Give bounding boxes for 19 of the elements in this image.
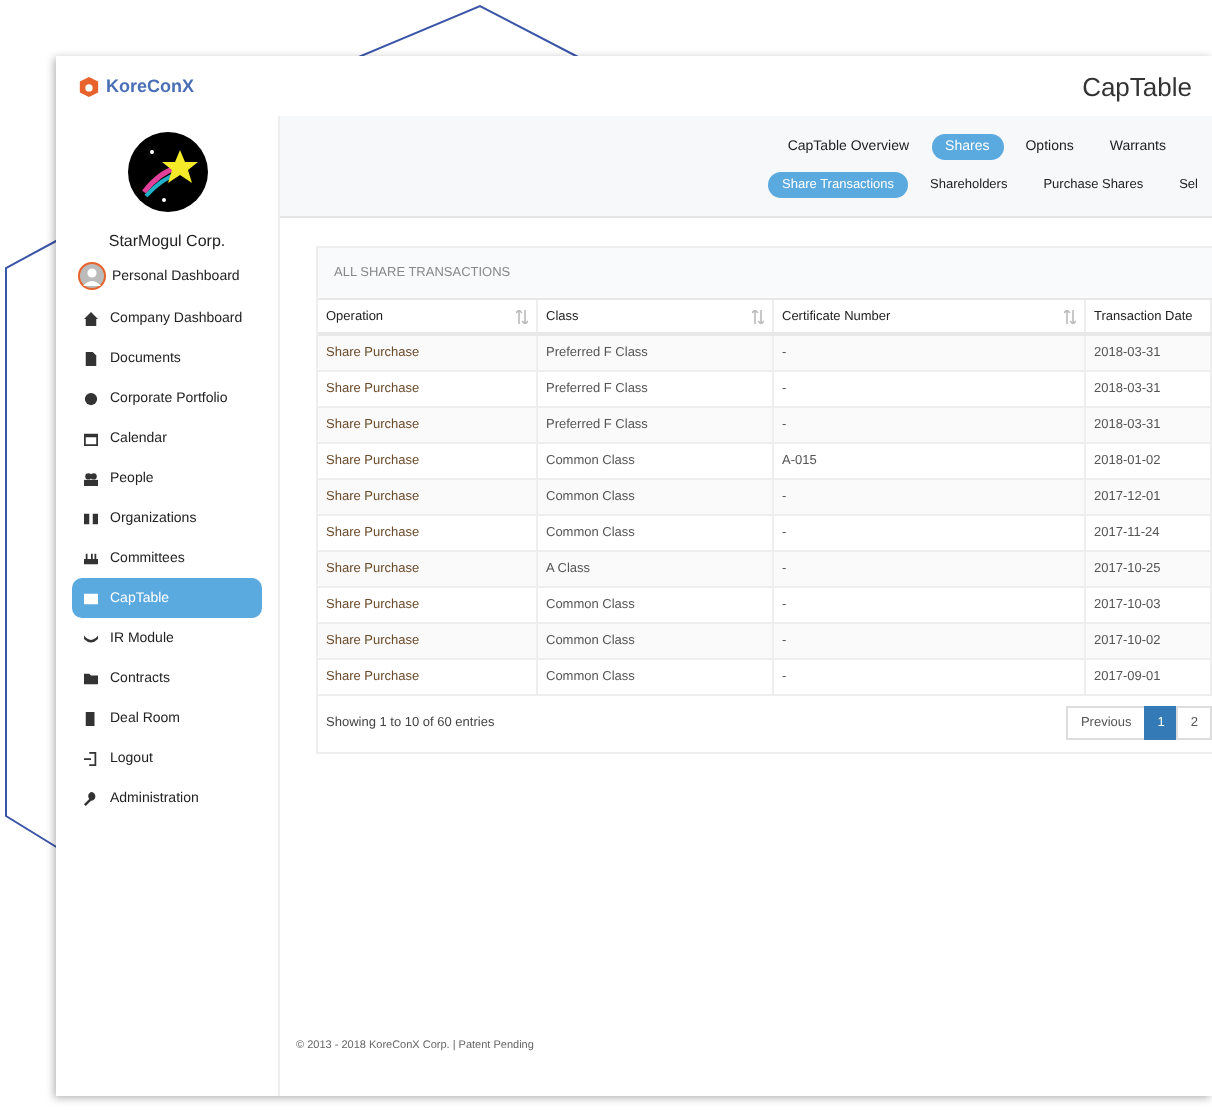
bars-icon (84, 551, 98, 565)
doc-icon (84, 351, 98, 365)
smile-icon (84, 631, 98, 645)
page-title: CapTable (1082, 71, 1192, 101)
people-icon (84, 471, 98, 485)
star-logo-icon (127, 132, 207, 212)
key-icon (84, 791, 98, 805)
grid-icon (84, 511, 98, 525)
logout-icon (84, 751, 98, 765)
logo-icon (78, 75, 100, 97)
home-icon (84, 311, 98, 325)
calendar-icon (84, 431, 98, 445)
avatar-icon (78, 262, 106, 290)
sort-icon[interactable] (752, 309, 764, 323)
company-name: StarMogul Corp. (108, 232, 226, 250)
brand-name[interactable]: KoreConX (106, 76, 195, 96)
sort-icon[interactable] (1064, 309, 1076, 323)
folder-icon (84, 671, 98, 685)
sort-icon[interactable] (516, 309, 528, 323)
